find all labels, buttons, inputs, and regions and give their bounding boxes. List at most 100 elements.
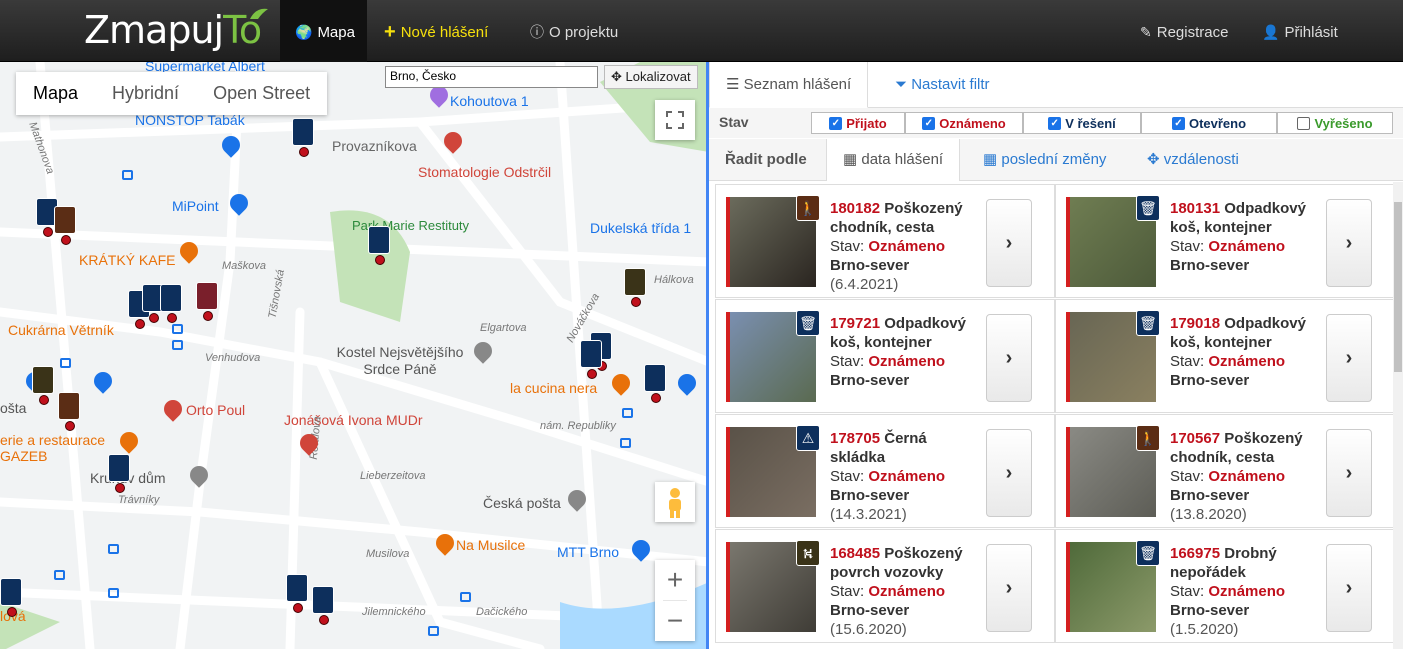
report-marker-road-icon[interactable] (624, 268, 646, 307)
info-icon: ⓘ (530, 24, 544, 40)
report-marker-trash-icon[interactable] (0, 578, 22, 617)
bus-stop-icon[interactable] (108, 588, 119, 598)
zoom-in-button[interactable]: + (655, 560, 695, 600)
bus-stop-icon[interactable] (54, 570, 65, 580)
chevron-right-icon: › (1005, 462, 1013, 484)
checkbox-checked-icon: ✓ (922, 116, 936, 130)
report-card[interactable]: 🗑 166975 Drobný nepořádek Stav: Oznámeno Br… (1055, 529, 1395, 643)
report-marker-car-icon[interactable] (644, 364, 666, 403)
filter-v-reseni[interactable]: ✓ V řešení (1023, 112, 1141, 134)
open-report-button[interactable]: › (986, 314, 1032, 402)
report-marker-trash-icon[interactable] (580, 340, 602, 379)
map-canvas[interactable]: Supermarket Albert Kohoutova 1 NONSTOP T… (0, 62, 709, 649)
bus-stop-icon[interactable] (60, 358, 71, 368)
report-card[interactable]: 🚶 170567 Poškozený chodník, cesta Stav: Oz… (1055, 414, 1395, 528)
report-marker-road-icon[interactable] (32, 366, 54, 405)
nav-new-report[interactable]: + Nové hlášení (384, 21, 488, 43)
map-type-osm[interactable]: Open Street (196, 72, 327, 115)
open-report-button[interactable]: › (986, 429, 1032, 517)
report-card[interactable]: ⚠ 178705 Černá skládka Stav: Oznámeno Brno-… (715, 414, 1055, 528)
report-marker-graffiti-icon[interactable] (196, 282, 218, 321)
report-card[interactable]: 🗑 179018 Odpadkový koš, kontejner Stav: Oz… (1055, 299, 1395, 413)
tab-set-filter-label: Nastavit filtr (911, 76, 990, 93)
filter-oznameno-label: Oznámeno (939, 115, 1006, 131)
nav-mapa[interactable]: 🌍 Mapa (295, 22, 355, 42)
map-label: Orto Poul (186, 402, 246, 418)
map-search-input[interactable]: Brno, Česko (385, 66, 598, 88)
map-label: MTT Brno (557, 544, 619, 560)
map-label: KRÁTKÝ KAFE (79, 252, 176, 268)
open-report-button[interactable]: › (986, 544, 1032, 632)
zoom-out-button[interactable]: − (655, 601, 695, 641)
bus-stop-icon[interactable] (460, 592, 471, 602)
open-report-button[interactable]: › (1326, 314, 1372, 402)
bus-stop-icon[interactable] (620, 438, 631, 448)
open-report-button[interactable]: › (1326, 199, 1372, 287)
report-card[interactable]: 🚶 180182 Poškozený chodník, cesta Stav: Oz… (715, 184, 1055, 298)
locate-button[interactable]: ✥ Lokalizovat (604, 65, 698, 89)
filter-vyreseno[interactable]: Vyřešeno (1277, 112, 1393, 134)
map-label: Cukrárna Větrník (8, 322, 114, 338)
filter-otevreno[interactable]: ✓ Otevřeno (1141, 112, 1277, 134)
map-type-mapa[interactable]: Mapa (16, 72, 95, 115)
report-card[interactable]: 🗑 179721 Odpadkový koš, kontejner Stav: Oz… (715, 299, 1055, 413)
tab-set-filter[interactable]: ⏷ Nastavit filtr (879, 62, 1006, 108)
report-marker-trash-icon[interactable] (286, 574, 308, 613)
nav-register[interactable]: ✎ Registrace (1140, 22, 1228, 42)
nav-about[interactable]: ⓘ O projektu (530, 22, 618, 42)
open-report-button[interactable]: › (1326, 429, 1372, 517)
report-marker-dump-icon[interactable] (368, 226, 390, 265)
bus-stop-icon[interactable] (108, 544, 119, 554)
scrollbar-thumb[interactable] (1394, 202, 1402, 372)
bus-stop-icon[interactable] (622, 408, 633, 418)
map-label: ošta (0, 400, 27, 416)
chevron-right-icon: › (1005, 577, 1013, 599)
bus-stop-icon[interactable] (172, 324, 183, 334)
report-state: Oznámeno (1208, 353, 1286, 370)
report-state-prefix: Stav: (1170, 353, 1209, 370)
report-state: Oznámeno (1208, 468, 1286, 485)
chevron-right-icon: › (1005, 347, 1013, 369)
bus-stop-icon[interactable] (122, 170, 133, 180)
crosshair-icon: ✥ (1147, 151, 1160, 168)
list-scrollbar[interactable] (1393, 182, 1403, 649)
fullscreen-icon (666, 111, 684, 129)
trash-icon: 🗑 (1136, 195, 1160, 221)
tab-report-list[interactable]: ☰ Seznam hlášení (709, 62, 869, 108)
map-label: Jonášová Ivona MUDr (284, 412, 423, 428)
sort-by-last-change[interactable]: ▦ poslední změny (967, 139, 1122, 181)
report-marker-trash-icon[interactable] (292, 118, 314, 157)
map-label: erie a restaurace GAZEB (0, 432, 106, 464)
open-report-button[interactable]: › (986, 199, 1032, 287)
filter-oznameno[interactable]: ✓ Oznámeno (905, 112, 1023, 134)
report-heading: 170567 Poškozený chodník, cesta (1170, 429, 1320, 467)
report-state-line: Stav: Oznámeno (830, 237, 980, 256)
logo[interactable]: ZmapujTo (84, 8, 262, 52)
report-marker-trash-icon[interactable] (108, 454, 130, 493)
report-state-line: Stav: Oznámeno (1170, 237, 1320, 256)
trash-icon: 🗑 (1136, 540, 1160, 566)
filter-prijato[interactable]: ✓ Přijato (811, 112, 905, 134)
report-marker-pedestrian-icon[interactable] (54, 206, 76, 245)
report-date: (1.5.2020) (1170, 621, 1239, 638)
sort-by-distance[interactable]: ✥ vzdálenosti (1131, 139, 1255, 181)
report-marker-dump-icon[interactable] (312, 586, 334, 625)
map-label: Trávníky (118, 494, 160, 506)
street-view-pegman[interactable] (655, 482, 695, 522)
report-id: 170567 (1170, 430, 1221, 447)
nav-login[interactable]: 👤 Přihlásit (1262, 22, 1338, 42)
fullscreen-button[interactable] (655, 100, 695, 140)
report-heading: 179721 Odpadkový koš, kontejner (830, 314, 980, 352)
locate-label: Lokalizovat (625, 69, 691, 84)
map-label: Jilemnického (362, 606, 426, 618)
bus-stop-icon[interactable] (172, 340, 183, 350)
sort-by-date[interactable]: ▦ data hlášení (826, 139, 961, 181)
report-card[interactable]: 🗑 180131 Odpadkový koš, kontejner Stav: Oz… (1055, 184, 1395, 298)
report-panel: ☰ Seznam hlášení ⏷ Nastavit filtr Stav ✓… (709, 62, 1403, 649)
report-marker-trash-icon[interactable] (160, 284, 182, 323)
open-report-button[interactable]: › (1326, 544, 1372, 632)
map-type-hybrid[interactable]: Hybridní (95, 72, 196, 115)
report-marker-pedestrian-icon[interactable] (58, 392, 80, 431)
bus-stop-icon[interactable] (428, 626, 439, 636)
report-card[interactable]: ⛕ 168485 Poškozený povrch vozovky Stav: Oz… (715, 529, 1055, 643)
